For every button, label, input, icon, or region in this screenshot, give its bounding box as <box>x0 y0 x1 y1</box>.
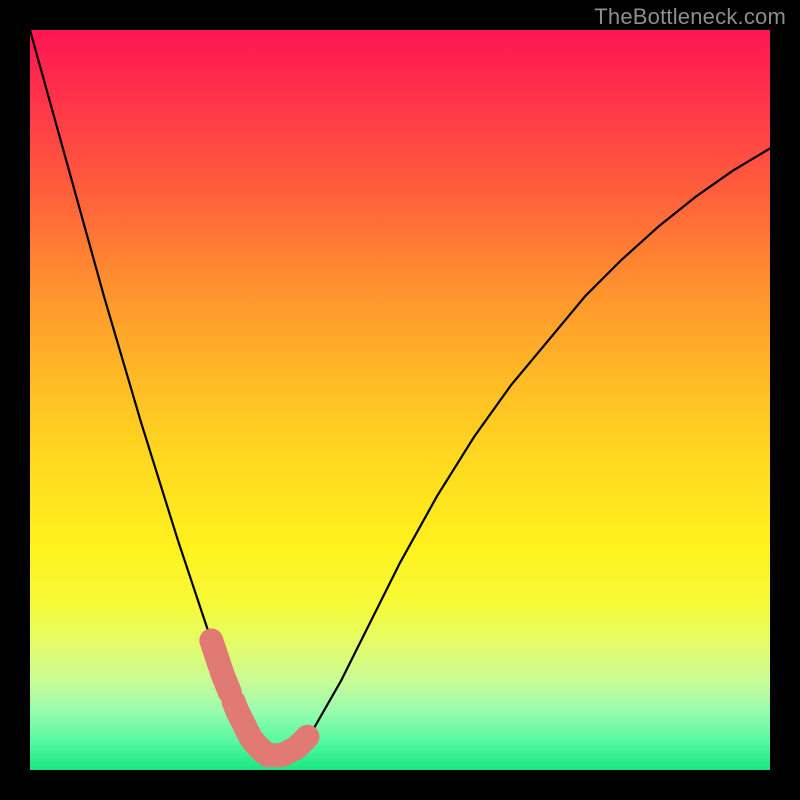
chart-svg <box>30 30 770 770</box>
highlight-segment <box>289 737 308 752</box>
highlight-markers <box>211 641 307 756</box>
bottleneck-curve <box>30 30 770 755</box>
watermark-text: TheBottleneck.com <box>594 4 786 30</box>
highlight-segment <box>211 641 230 693</box>
chart-frame <box>30 30 770 770</box>
highlight-segment <box>234 702 286 756</box>
